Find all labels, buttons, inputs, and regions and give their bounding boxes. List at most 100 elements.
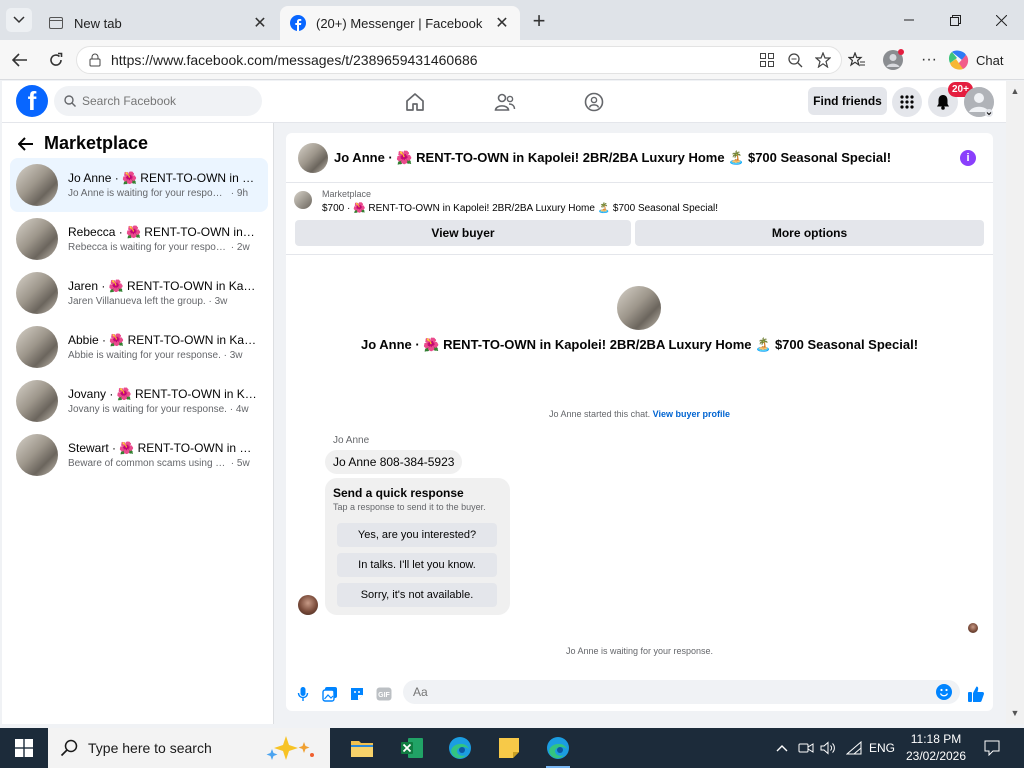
sticky-notes-app[interactable] bbox=[489, 732, 529, 764]
find-friends-button[interactable]: Find friends bbox=[808, 87, 887, 115]
favorite-star-icon[interactable] bbox=[813, 50, 833, 70]
facebook-logo-icon[interactable]: f bbox=[16, 85, 48, 117]
marketplace-listing-bar: Marketplace $700 · 🌺 RENT-TO-OWN in Kapo… bbox=[286, 183, 993, 255]
more-options-button[interactable]: More options bbox=[635, 220, 984, 246]
refresh-icon[interactable] bbox=[44, 48, 68, 72]
conversation-item[interactable]: Abbie · 🌺 RENT-TO-OWN in Kapo... Abbie i… bbox=[10, 320, 268, 374]
site-info-icon[interactable] bbox=[87, 53, 103, 67]
page-scrollbar[interactable]: ▲ ▼ bbox=[1006, 81, 1024, 724]
windows-taskbar: Type here to search ENG 11:18 PM 23/02/2… bbox=[0, 728, 1024, 768]
volume-icon[interactable] bbox=[818, 738, 838, 758]
apps-available-icon[interactable] bbox=[757, 50, 777, 70]
copilot-icon bbox=[948, 50, 969, 70]
address-bar[interactable]: https://www.facebook.com/messages/t/2389… bbox=[76, 46, 842, 74]
close-window-icon[interactable] bbox=[978, 0, 1024, 40]
conversation-info-icon[interactable]: i bbox=[960, 150, 976, 166]
more-menu-icon[interactable]: ··· bbox=[917, 48, 941, 72]
home-icon[interactable] bbox=[401, 88, 429, 116]
quick-response-option[interactable]: Sorry, it's not available. bbox=[337, 583, 497, 607]
conversation-item[interactable]: Jo Anne · 🌺 RENT-TO-OWN in Ka... Jo Anne… bbox=[10, 158, 268, 212]
sender-avatar[interactable] bbox=[298, 595, 318, 615]
emoji-icon[interactable] bbox=[936, 684, 952, 700]
chat-title[interactable]: Jo Anne · 🌺 RENT-TO-OWN in Kapolei! 2BR/… bbox=[334, 150, 891, 166]
file-explorer-app[interactable] bbox=[342, 732, 382, 764]
conversation-preview: Abbie is waiting for your response. bbox=[68, 350, 221, 361]
sidebar-title: Marketplace bbox=[44, 133, 149, 153]
gif-icon[interactable]: GIF bbox=[375, 685, 393, 703]
favorites-icon[interactable] bbox=[845, 48, 869, 72]
close-tab-icon[interactable]: ✕ bbox=[494, 15, 510, 32]
conversation-list: Jo Anne · 🌺 RENT-TO-OWN in Ka... Jo Anne… bbox=[10, 158, 268, 482]
taskbar-search-box[interactable]: Type here to search bbox=[48, 728, 330, 768]
photo-attach-icon[interactable] bbox=[321, 685, 339, 703]
scroll-up-icon[interactable]: ▲ bbox=[1009, 85, 1021, 97]
profile-avatar-icon[interactable] bbox=[881, 48, 905, 72]
minimize-window-icon[interactable] bbox=[886, 0, 932, 40]
message-input[interactable] bbox=[413, 685, 913, 699]
new-tab-button[interactable]: + bbox=[527, 8, 551, 33]
groups-icon[interactable] bbox=[580, 88, 608, 116]
svg-text:GIF: GIF bbox=[378, 692, 390, 699]
show-hidden-icons-chevron-icon[interactable] bbox=[772, 738, 792, 758]
tab-messenger[interactable]: (20+) Messenger | Facebook ✕ bbox=[280, 6, 520, 40]
restore-window-icon[interactable] bbox=[932, 0, 978, 40]
tab-actions-menu-button[interactable] bbox=[6, 8, 32, 32]
notifications-center-icon[interactable] bbox=[982, 738, 1002, 758]
conversation-item[interactable]: Rebecca · 🌺 RENT-TO-OWN in Ka... Rebecca… bbox=[10, 212, 268, 266]
message-composer: GIF bbox=[286, 677, 993, 711]
default-avatar-icon bbox=[964, 87, 994, 117]
conversation-time: · 4w bbox=[229, 404, 249, 415]
conversation-item[interactable]: Jovany · 🌺 RENT-TO-OWN in Kap... Jovany … bbox=[10, 374, 268, 428]
listing-price-title[interactable]: $700 · 🌺 RENT-TO-OWN in Kapolei! 2BR/2BA… bbox=[322, 203, 718, 214]
menu-grid-button[interactable] bbox=[892, 87, 922, 117]
chevron-down-icon bbox=[13, 16, 25, 24]
microphone-icon[interactable] bbox=[294, 685, 312, 703]
conversation-item[interactable]: Stewart · 🌺 RENT-TO-OWN in Ka... Beware … bbox=[10, 428, 268, 482]
view-buyer-button[interactable]: View buyer bbox=[295, 220, 631, 246]
bell-icon bbox=[937, 95, 949, 110]
conversation-title: Jaren · 🌺 RENT-TO-OWN in Kapol... bbox=[68, 279, 258, 293]
wifi-icon[interactable] bbox=[844, 738, 864, 758]
conversation-preview: Rebecca is waiting for your response. bbox=[68, 242, 228, 253]
conversation-time: · 3w bbox=[208, 296, 228, 307]
start-button[interactable] bbox=[0, 728, 48, 768]
back-arrow-icon[interactable] bbox=[18, 136, 34, 151]
sidebar-header: Marketplace bbox=[18, 133, 148, 154]
conversation-item[interactable]: Jaren · 🌺 RENT-TO-OWN in Kapol... Jaren … bbox=[10, 266, 268, 320]
quick-response-option[interactable]: Yes, are you interested? bbox=[337, 523, 497, 547]
quick-response-option[interactable]: In talks. I'll let you know. bbox=[337, 553, 497, 577]
chat-started-notice: Jo Anne started this chat. View buyer pr… bbox=[286, 409, 993, 419]
chat-panel: Jo Anne · 🌺 RENT-TO-OWN in Kapolei! 2BR/… bbox=[286, 133, 993, 711]
listing-avatar bbox=[16, 218, 58, 260]
view-buyer-profile-link[interactable]: View buyer profile bbox=[653, 409, 730, 419]
search-input[interactable] bbox=[82, 94, 242, 108]
close-tab-icon[interactable]: ✕ bbox=[252, 15, 268, 32]
friends-icon[interactable] bbox=[491, 88, 519, 116]
excel-app[interactable] bbox=[392, 732, 432, 764]
listing-avatar bbox=[16, 326, 58, 368]
meet-now-icon[interactable] bbox=[796, 738, 816, 758]
edge-app-active[interactable] bbox=[538, 732, 578, 768]
conversation-preview: Jo Anne is waiting for your response. bbox=[68, 188, 228, 199]
copilot-chat-button[interactable]: Chat bbox=[948, 47, 1020, 73]
back-arrow-icon[interactable] bbox=[8, 48, 32, 72]
tab-new-tab[interactable]: New tab ✕ bbox=[38, 6, 278, 40]
message-input-box[interactable] bbox=[403, 680, 960, 704]
listing-avatar[interactable] bbox=[298, 143, 328, 173]
sender-name: Jo Anne bbox=[333, 435, 370, 446]
conversation-title: Jo Anne · 🌺 RENT-TO-OWN in Ka... bbox=[68, 171, 258, 185]
thumbs-up-icon[interactable] bbox=[967, 685, 985, 703]
listing-avatar bbox=[16, 434, 58, 476]
account-avatar[interactable] bbox=[964, 87, 994, 117]
taskbar-clock[interactable]: 11:18 PM 23/02/2026 bbox=[900, 731, 972, 765]
seen-receipt-avatar bbox=[968, 623, 978, 633]
facebook-header: f Find friends 20+ bbox=[2, 81, 1006, 123]
facebook-search-box[interactable] bbox=[54, 86, 262, 116]
scroll-down-icon[interactable]: ▼ bbox=[1009, 707, 1021, 719]
sticker-icon[interactable] bbox=[348, 685, 366, 703]
conversation-title: Jovany · 🌺 RENT-TO-OWN in Kap... bbox=[68, 387, 258, 401]
conversation-title: Stewart · 🌺 RENT-TO-OWN in Ka... bbox=[68, 441, 258, 455]
language-indicator[interactable]: ENG bbox=[868, 738, 896, 758]
zoom-icon[interactable] bbox=[785, 50, 805, 70]
edge-app[interactable] bbox=[440, 732, 480, 764]
